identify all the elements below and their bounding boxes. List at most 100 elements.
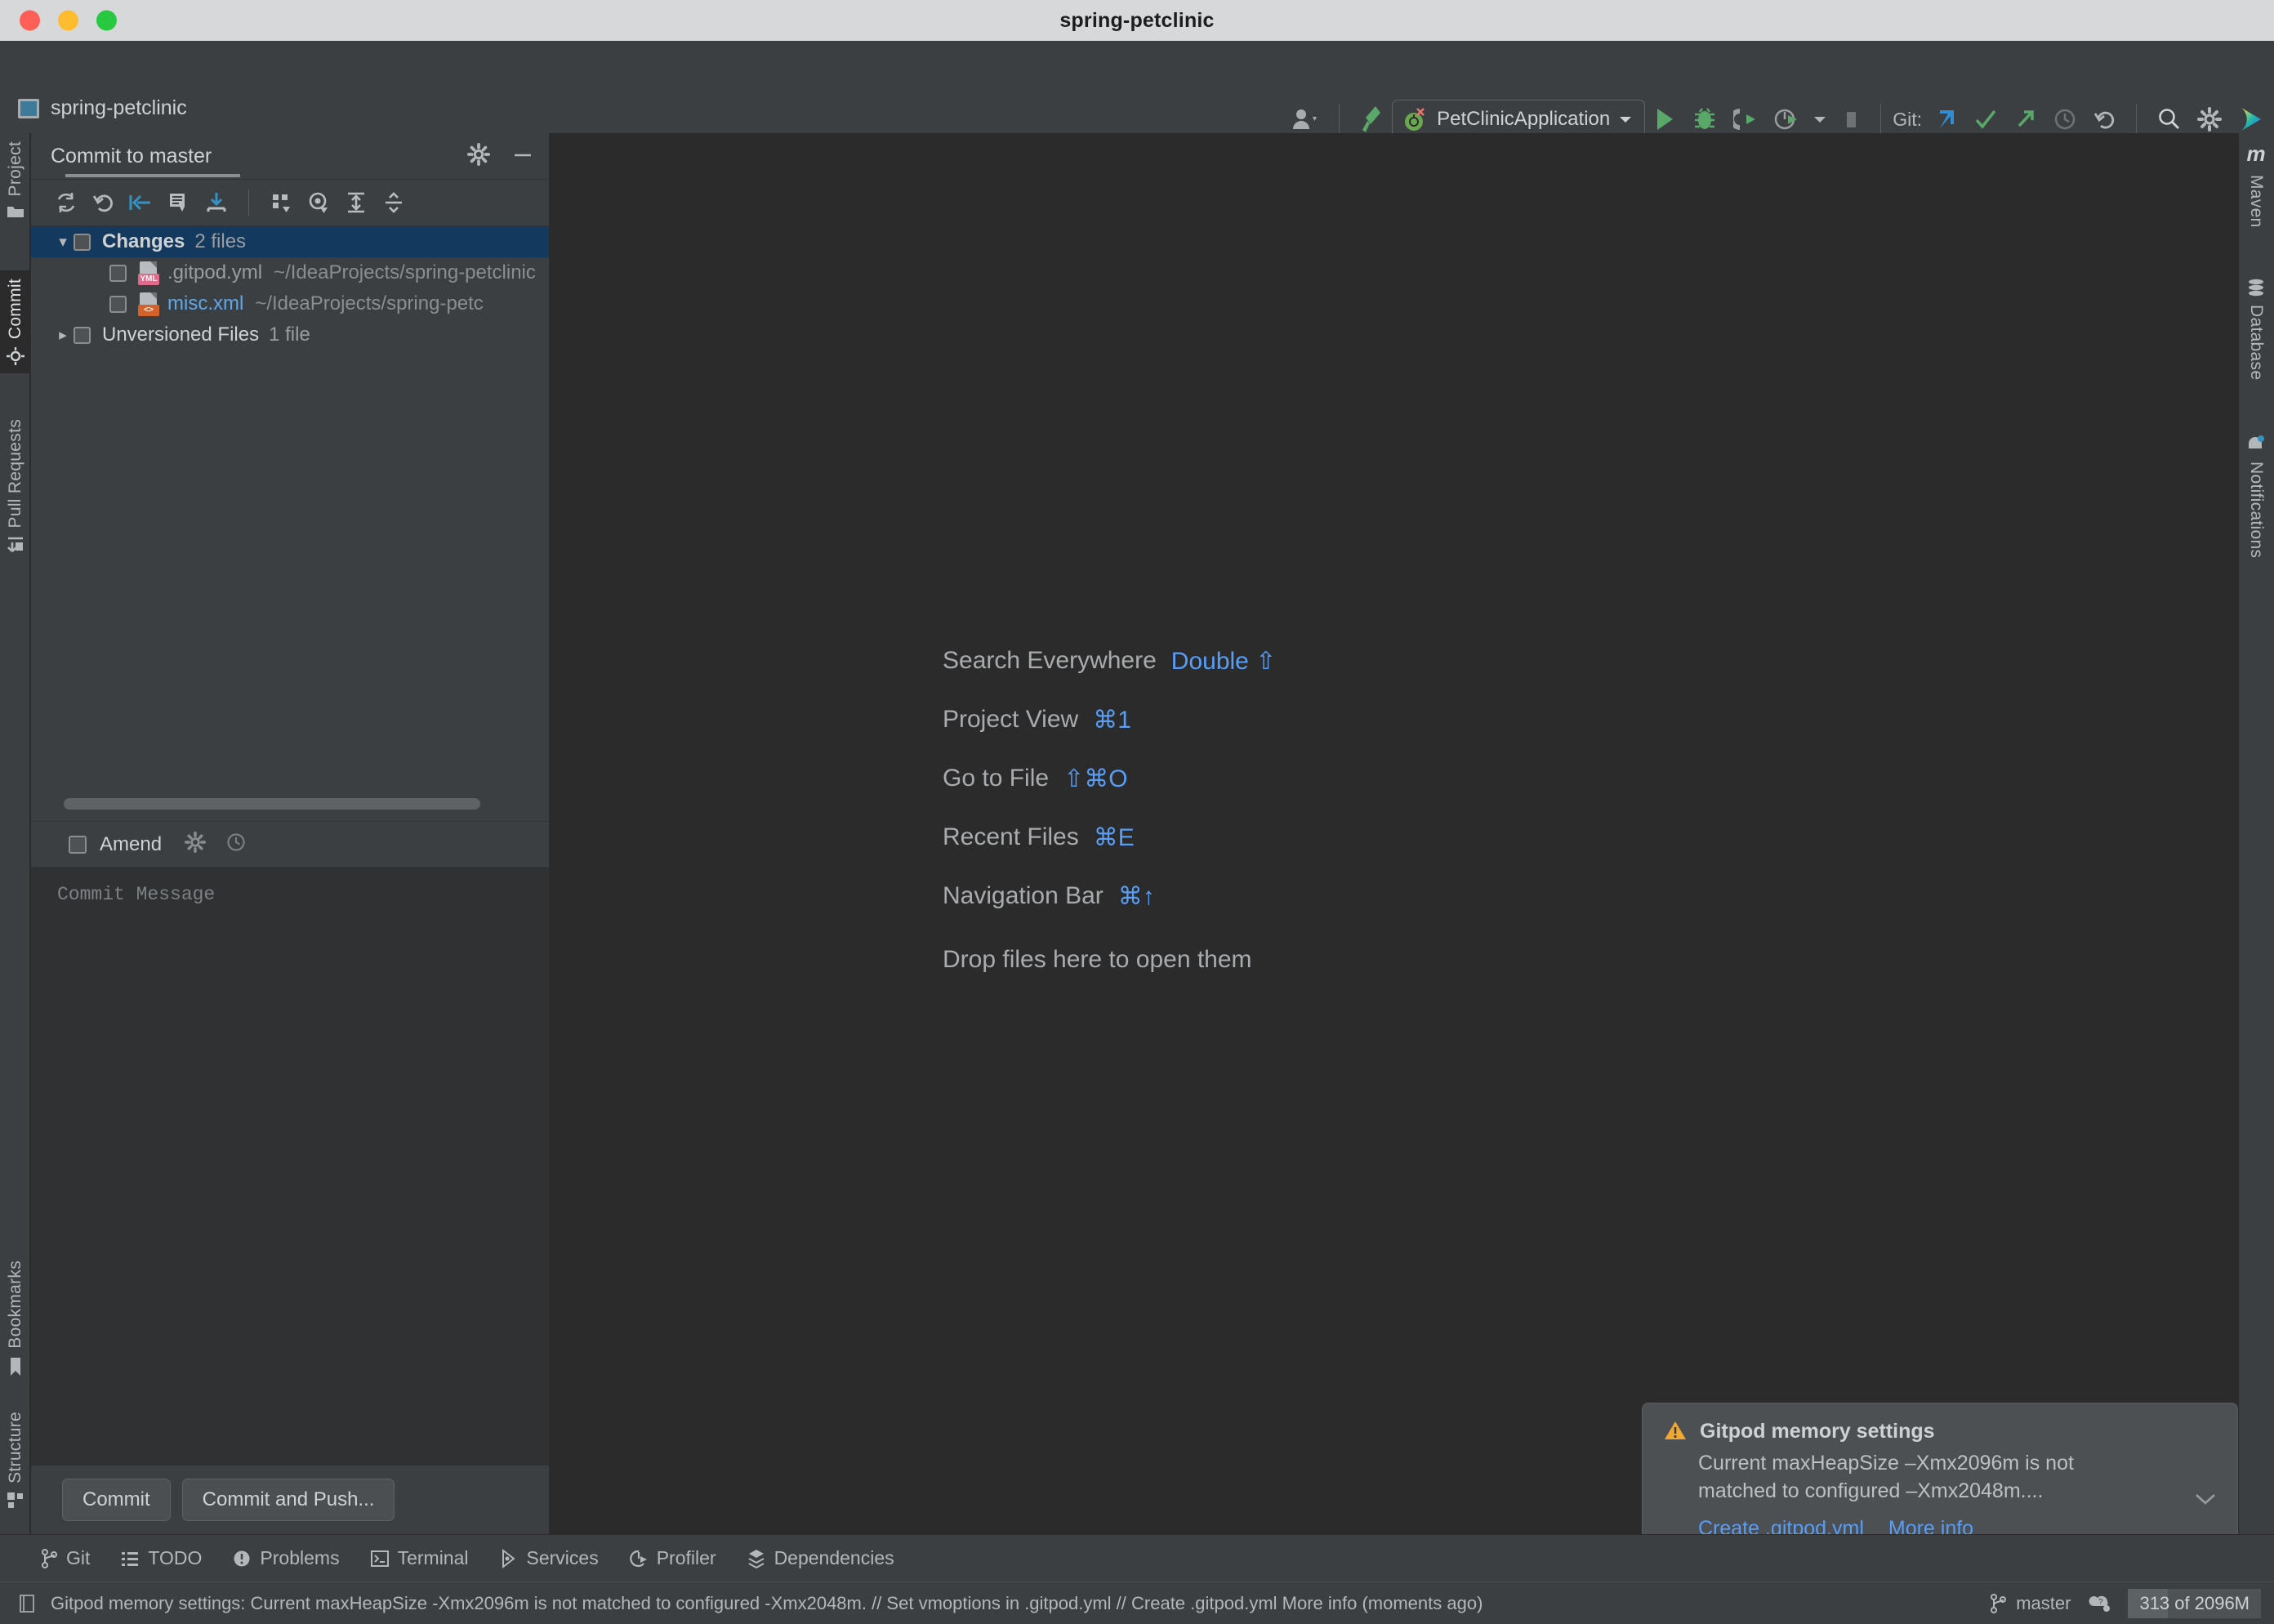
bottom-item-dependencies[interactable]: Dependencies (747, 1547, 894, 1569)
drop-files-label: Drop files here to open them (943, 946, 1252, 973)
commit-panel-header: Commit to master (31, 133, 549, 179)
yaml-file-icon: YML (138, 261, 159, 285)
tree-row-gitpod-yml[interactable]: YML .gitpod.yml ~/IdeaProjects/spring-pe… (31, 257, 549, 288)
sidebar-item-database-label: Database (2247, 305, 2266, 381)
unversioned-group-count: 1 file (269, 323, 310, 346)
shortcut-row-go-to-file[interactable]: Go to File ⇧⌘O (943, 749, 1276, 808)
preview-diff-icon[interactable] (301, 185, 336, 220)
bottom-item-services[interactable]: Services (500, 1547, 599, 1569)
gear-icon[interactable] (467, 142, 490, 170)
shortcut-row-navigation-bar[interactable]: Navigation Bar ⌘↑ (943, 867, 1276, 926)
changes-group-label: Changes (102, 230, 185, 252)
project-breadcrumb[interactable]: spring-petclinic (18, 96, 187, 120)
structure-icon (7, 1492, 23, 1508)
changes-group-count: 2 files (194, 230, 247, 252)
services-icon (502, 1548, 515, 1568)
file-path: ~/IdeaProjects/spring-petclinic (274, 261, 536, 283)
bottom-item-git[interactable]: Git (41, 1547, 90, 1569)
editor-empty-area[interactable]: Search Everywhere Double ⇧ Project View … (551, 133, 2238, 1534)
amend-checkbox[interactable] (69, 835, 87, 854)
expand-all-icon[interactable] (339, 185, 373, 220)
clock-history-icon[interactable] (225, 832, 247, 857)
show-diff-icon[interactable] (162, 185, 196, 220)
commit-panel-buttons: Commit Commit and Push... (31, 1466, 549, 1534)
event-log-icon[interactable] (18, 1594, 36, 1613)
tree-row-misc-xml[interactable]: <> misc.xml ~/IdeaProjects/spring-petc (31, 288, 549, 319)
editor-shortcuts-list: Search Everywhere Double ⇧ Project View … (943, 631, 1276, 989)
shortcut-keys: ⌘↑ (1117, 882, 1155, 910)
pull-request-icon (7, 538, 23, 553)
git-branch-icon[interactable] (1990, 1593, 2007, 1613)
database-icon (2249, 279, 2263, 297)
chevron-down-icon[interactable]: ▾ (52, 233, 74, 252)
minimize-icon[interactable] (511, 143, 534, 170)
refresh-changes-icon[interactable] (49, 185, 83, 220)
file-checkbox[interactable] (109, 295, 127, 313)
horizontal-scrollbar-thumb[interactable] (64, 798, 480, 810)
amend-bar: Amend (31, 821, 549, 867)
gear-icon[interactable] (185, 832, 207, 857)
sidebar-item-project[interactable]: Project (0, 133, 30, 227)
bottom-item-label: Problems (260, 1547, 340, 1568)
chevron-right-icon[interactable]: ▸ (52, 326, 74, 345)
toolbar-separator-3 (2136, 104, 2137, 135)
bottom-item-profiler[interactable]: Profiler (629, 1547, 716, 1569)
changes-tree[interactable]: ▾ Changes 2 files YML .gitpod.yml ~/Idea… (31, 226, 549, 792)
chevron-down-icon[interactable] (2193, 1492, 2218, 1510)
unversioned-group-checkbox[interactable] (74, 326, 91, 344)
bottom-item-problems[interactable]: Problems (233, 1547, 340, 1569)
file-checkbox[interactable] (109, 264, 127, 282)
tree-group-changes[interactable]: ▾ Changes 2 files (31, 226, 549, 257)
bottom-item-terminal[interactable]: Terminal (370, 1547, 469, 1569)
file-name: .gitpod.yml (167, 261, 263, 283)
tree-horizontal-scroll-area[interactable] (31, 792, 549, 821)
shortcut-row-project-view[interactable]: Project View ⌘1 (943, 690, 1276, 749)
sidebar-item-database[interactable]: Database (2238, 270, 2274, 388)
changes-group-checkbox[interactable] (74, 233, 91, 251)
commit-panel-toolbar (31, 179, 549, 226)
project-name-label: spring-petclinic (51, 96, 187, 119)
memory-indicator[interactable]: 313 of 2096M (2128, 1588, 2261, 1618)
sidebar-item-bookmarks[interactable]: Bookmarks (0, 1252, 30, 1385)
commit-message-input[interactable]: Commit Message (31, 867, 549, 1466)
window-title: spring-petclinic (1059, 8, 1215, 32)
git-branch-icon (42, 1548, 57, 1568)
sidebar-item-maven-label: Maven (2247, 175, 2266, 228)
zoom-button[interactable] (96, 10, 117, 31)
commit-panel-title-underline (65, 174, 240, 177)
group-by-icon[interactable] (264, 185, 298, 220)
problems-icon (234, 1550, 250, 1566)
inspection-widget-icon[interactable]: ? (2089, 1593, 2113, 1614)
status-bar-branch[interactable]: master (2016, 1593, 2071, 1614)
sidebar-item-pull-requests[interactable]: Pull Requests (0, 411, 30, 562)
collapse-all-icon[interactable] (377, 185, 411, 220)
shortcut-row-recent-files[interactable]: Recent Files ⌘E (943, 808, 1276, 867)
sidebar-item-commit[interactable]: Commit (0, 270, 30, 374)
shortcut-row-search-everywhere[interactable]: Search Everywhere Double ⇧ (943, 631, 1276, 690)
profiler-icon (629, 1550, 647, 1567)
commit-button[interactable]: Commit (62, 1479, 171, 1521)
notifications-bell-icon (2249, 435, 2264, 448)
sidebar-item-notifications[interactable]: Notifications (2238, 427, 2274, 566)
get-from-vcs-icon[interactable] (199, 185, 234, 220)
shelve-silently-icon[interactable] (124, 185, 158, 220)
status-bar-message[interactable]: Gitpod memory settings: Current maxHeapS… (51, 1593, 1483, 1614)
warning-triangle-icon (1665, 1421, 1686, 1439)
sidebar-item-maven[interactable]: m Maven (2238, 133, 2274, 236)
bookmark-icon (10, 1357, 20, 1376)
bottom-item-label: Dependencies (774, 1547, 894, 1568)
git-toolbar-label: Git: (1893, 108, 1922, 130)
sidebar-item-structure[interactable]: Structure (0, 1403, 30, 1518)
minimize-button[interactable] (58, 10, 78, 31)
shortcut-keys: ⌘E (1093, 823, 1135, 851)
shortcut-label: Recent Files (943, 823, 1079, 850)
bottom-item-todo[interactable]: TODO (121, 1547, 202, 1569)
rollback-icon[interactable] (87, 185, 121, 220)
tree-group-unversioned-files[interactable]: ▸ Unversioned Files 1 file (31, 319, 549, 350)
close-button[interactable] (20, 10, 40, 31)
sidebar-item-project-label: Project (5, 141, 25, 197)
maven-m-icon: m (2246, 141, 2266, 166)
toolbar-separator-1 (1339, 104, 1340, 135)
commit-and-push-button[interactable]: Commit and Push... (181, 1479, 395, 1521)
todo-list-icon (122, 1551, 139, 1566)
